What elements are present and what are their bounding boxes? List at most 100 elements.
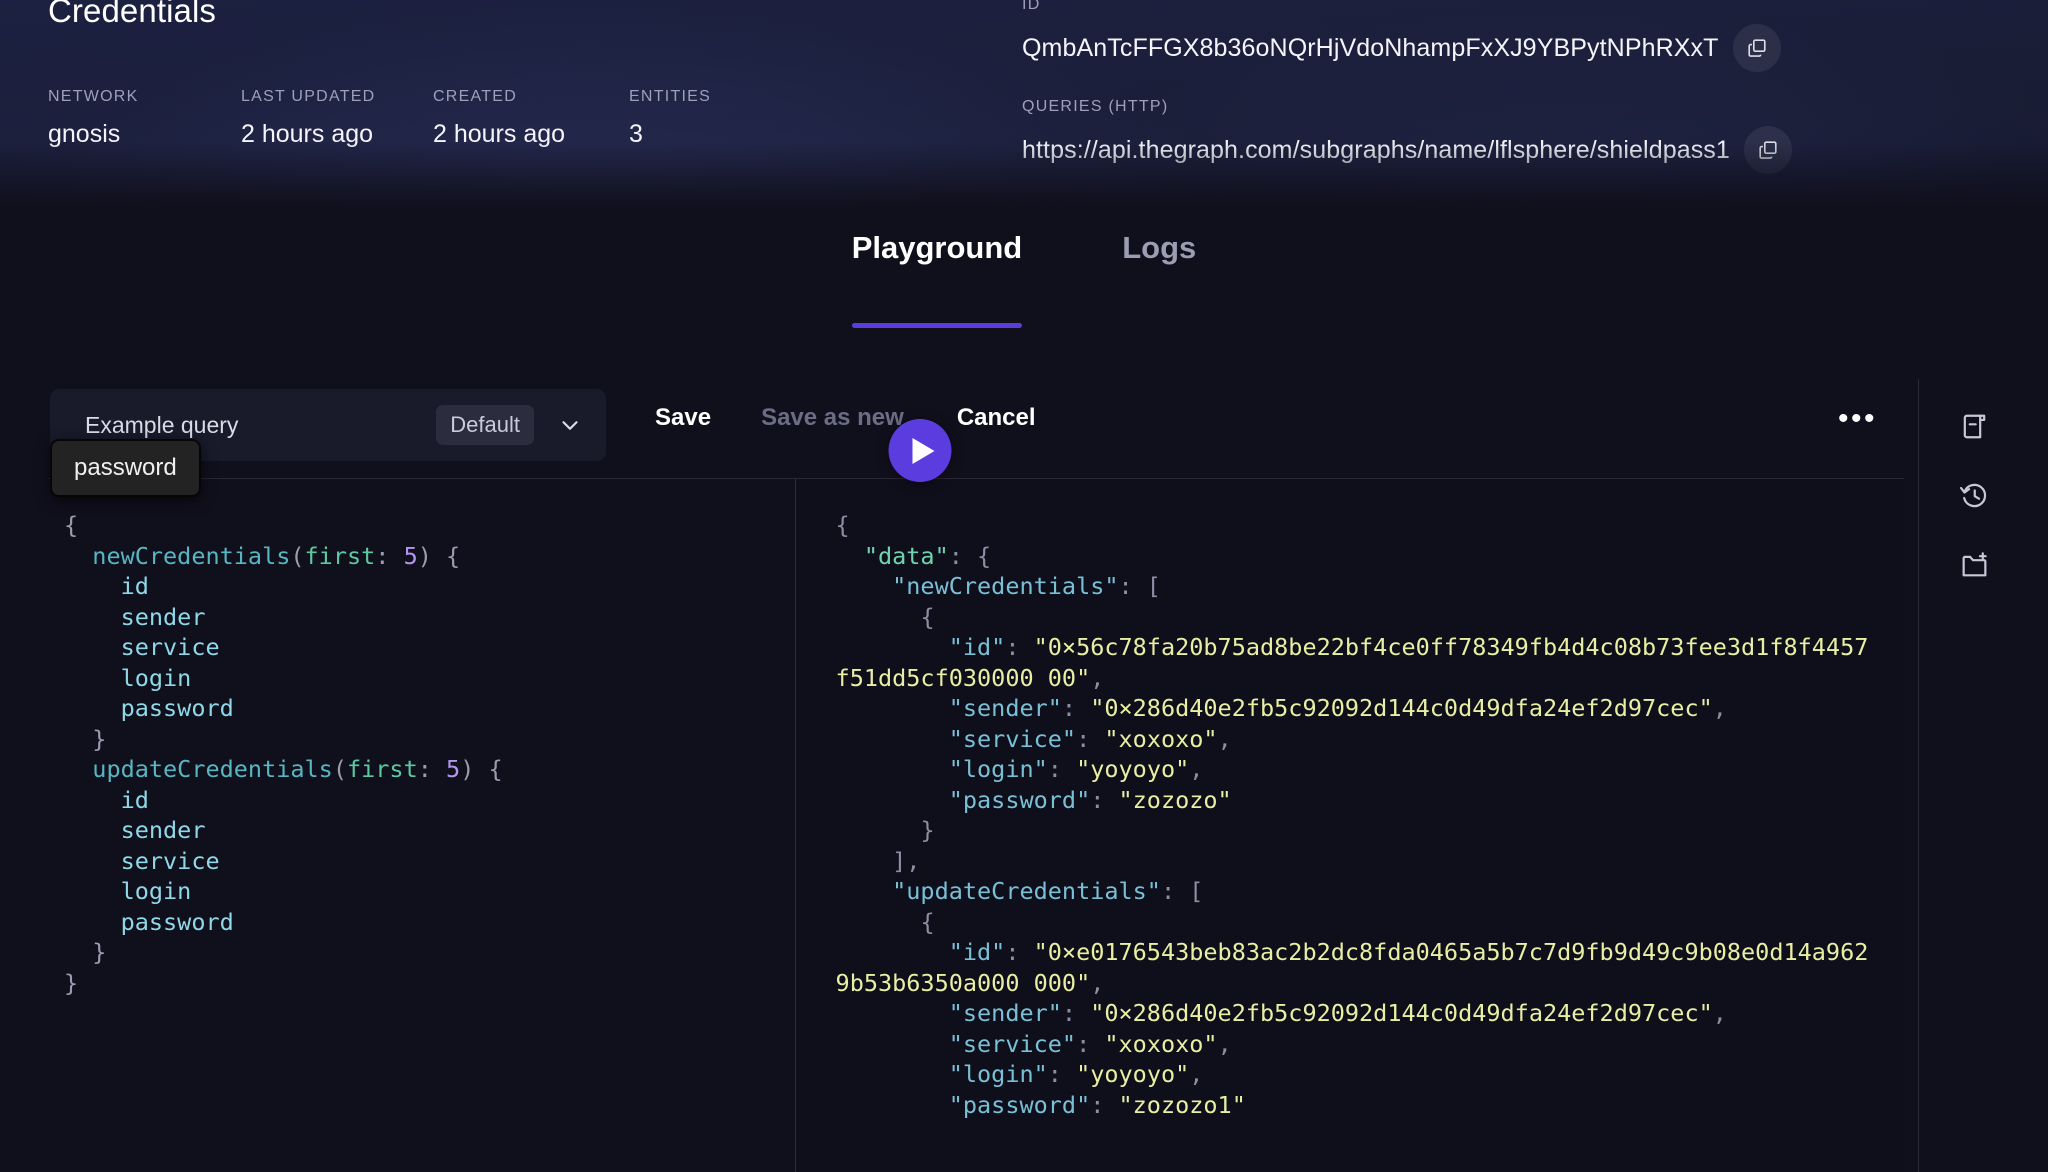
result-pane[interactable]: { "data": { "newCredentials": [ { "id": …	[795, 479, 1904, 1172]
code-token: "id"	[948, 938, 1006, 966]
code-token: {	[835, 511, 850, 539]
subgraph-id-label: ID	[1022, 0, 1041, 13]
code-token: "sender"	[948, 999, 1062, 1027]
code-token: :	[375, 541, 404, 570]
meta-created-value: 2 hours ago	[433, 120, 566, 148]
code-token: {	[835, 602, 935, 631]
meta-created: CREATED 2 hours ago	[433, 88, 629, 149]
code-token: :	[1005, 938, 1034, 966]
docs-button[interactable]	[1949, 404, 1999, 454]
meta-network: NETWORK gnosis	[48, 88, 241, 149]
result-json: { "data": { "newCredentials": [ { "id": …	[796, 479, 1904, 1120]
code-token: }	[64, 938, 107, 966]
code-token: :	[1005, 633, 1034, 661]
query-select-badge: Default	[436, 405, 534, 445]
code-token: "zozozo"	[1118, 785, 1232, 814]
code-token: service	[64, 633, 220, 661]
code-token: "xoxoxo"	[1104, 724, 1218, 753]
query-editor-pane[interactable]: { newCredentials (first: 5 ) { id sender s…	[48, 479, 795, 1172]
main-tabs: Playground Logs	[0, 228, 2048, 328]
code-token: password	[64, 907, 234, 936]
more-options-button[interactable]: •••	[1838, 404, 1877, 434]
toolbar-actions: Save Save as new Cancel	[655, 404, 1036, 432]
history-button[interactable]	[1949, 473, 1999, 523]
code-token: "newCredentials"	[892, 572, 1119, 600]
code-token: :	[1061, 694, 1091, 722]
code-token: :	[1061, 999, 1091, 1027]
code-token: :	[1047, 1060, 1077, 1088]
code-token: :	[1090, 1090, 1119, 1119]
code-token: "updateCredentials"	[892, 877, 1161, 905]
page-title: Credentials	[48, 0, 217, 29]
code-token: "zozozo1"	[1118, 1090, 1246, 1119]
cancel-button[interactable]: Cancel	[957, 404, 1036, 432]
code-token: first	[346, 755, 418, 783]
code-token: service	[64, 846, 220, 875]
subgraph-id-block: ID QmbAnTcFFGX8b36oNQrHjVdoNhampFxXJ9YBP…	[1022, 0, 1792, 72]
code-token: 5	[403, 541, 418, 570]
run-query-button[interactable]	[888, 419, 952, 482]
new-folder-button[interactable]	[1949, 543, 1999, 593]
code-token: ,	[1189, 755, 1204, 783]
code-token: newCredentials	[92, 541, 291, 570]
code-token: ,	[1712, 694, 1727, 722]
code-token: "service"	[948, 1029, 1077, 1058]
subgraph-header: Credentials NETWORK gnosis LAST UPDATED …	[0, 0, 2048, 212]
playground-editor-area: { newCredentials (first: 5 ) { id sender s…	[48, 479, 1904, 1172]
code-token: }	[835, 816, 935, 844]
subgraph-queries-block: QUERIES (HTTP) https://api.thegraph.com/…	[1022, 98, 1792, 174]
save-button[interactable]: Save	[655, 404, 711, 432]
code-token: (	[332, 755, 347, 783]
code-token: sender	[64, 602, 206, 631]
save-as-new-button[interactable]: Save as new	[761, 404, 904, 432]
chevron-down-icon[interactable]	[534, 412, 606, 438]
play-icon	[912, 437, 935, 464]
code-token: {	[835, 907, 935, 936]
code-token: :	[1090, 785, 1119, 814]
code-token: "password"	[948, 1090, 1091, 1119]
code-token: login	[64, 663, 192, 692]
code-token: }	[64, 968, 79, 997]
query-editor-code[interactable]: { newCredentials (first: 5 ) { id sender s…	[48, 479, 795, 998]
copy-id-button[interactable]	[1732, 24, 1781, 72]
code-token: :	[1076, 724, 1105, 753]
right-rail	[1918, 379, 2048, 1172]
code-token: "login"	[948, 1060, 1048, 1088]
code-token: ) {	[460, 755, 503, 783]
code-token: {	[64, 511, 79, 539]
code-token: id	[64, 785, 149, 814]
code-token: "service"	[948, 724, 1077, 753]
copy-queries-url-button[interactable]	[1743, 126, 1792, 174]
code-token: ,	[1090, 968, 1105, 997]
meta-entities: ENTITIES 3	[629, 88, 711, 149]
tab-playground[interactable]: Playground	[838, 228, 1037, 328]
code-token: "login"	[948, 755, 1048, 783]
tab-spacer	[1036, 228, 1108, 328]
code-token: "yoyoyo"	[1076, 755, 1190, 783]
tab-logs[interactable]: Logs	[1108, 228, 1210, 328]
code-token: "yoyoyo"	[1076, 1060, 1190, 1088]
autocomplete-popup[interactable]: password	[50, 439, 201, 497]
docs-book-icon	[1959, 411, 1990, 447]
meta-entities-value: 3	[629, 120, 643, 148]
code-token: ],	[835, 846, 921, 875]
subgraph-endpoints: ID QmbAnTcFFGX8b36oNQrHjVdoNhampFxXJ9YBP…	[1022, 0, 1792, 174]
code-token: ,	[1090, 663, 1105, 692]
code-token: "0×286d40e2fb5c92092d144c0d49dfa24ef2d97…	[1090, 694, 1713, 722]
subgraph-id-value: QmbAnTcFFGX8b36oNQrHjVdoNhampFxXJ9YBPytN…	[1022, 33, 1719, 62]
playground-page: Credentials NETWORK gnosis LAST UPDATED …	[0, 0, 2048, 1172]
autocomplete-item-password[interactable]: password	[74, 454, 177, 481]
meta-created-label: CREATED	[433, 88, 518, 105]
code-token: ,	[1217, 724, 1232, 753]
